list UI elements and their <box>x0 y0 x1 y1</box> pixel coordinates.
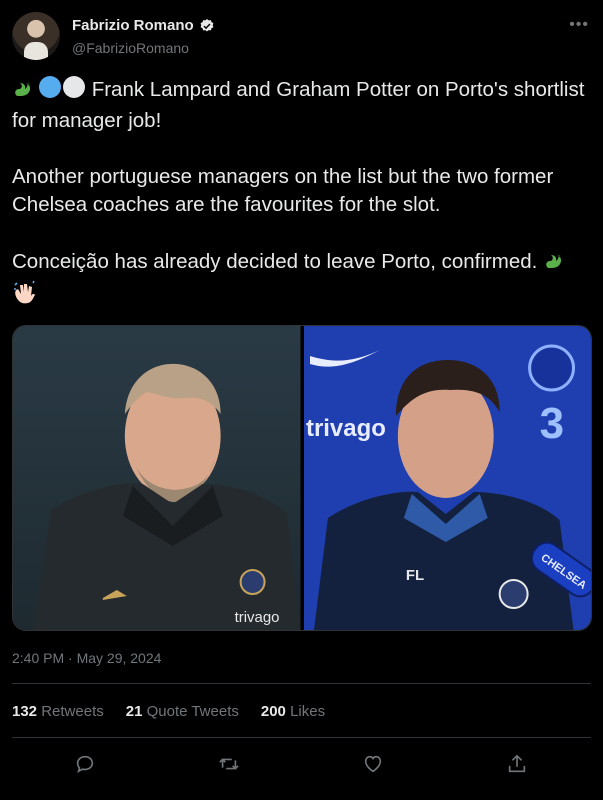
lampard-sponsor-text: trivago <box>305 415 385 442</box>
divider-top <box>12 683 591 684</box>
retweet-icon[interactable] <box>215 750 243 778</box>
reply-icon[interactable] <box>71 750 99 778</box>
white-circle-emoji <box>62 75 86 107</box>
photo-graham-potter[interactable]: trivago <box>13 326 301 630</box>
stat-likes[interactable]: 200 Likes <box>261 703 325 720</box>
lampard-shirt-initials: FL <box>405 567 423 584</box>
tweet-paragraph-1-text: Frank Lampard and Graham Potter on Porto… <box>12 78 585 132</box>
action-bar <box>0 750 603 780</box>
share-icon[interactable] <box>503 750 531 778</box>
like-icon[interactable] <box>359 750 387 778</box>
tweet-timestamp[interactable]: 2:40 PM · May 29, 2024 <box>12 650 161 666</box>
avatar[interactable] <box>12 12 60 60</box>
dragon-emoji <box>12 75 38 107</box>
verified-badge-icon <box>200 18 214 31</box>
divider-bottom <box>12 737 591 738</box>
waving-hand-emoji <box>12 279 38 313</box>
stat-retweets-label: Retweets <box>41 703 104 720</box>
stat-likes-label: Likes <box>290 703 326 720</box>
svg-text:3: 3 <box>539 399 563 448</box>
tweet-paragraph-3-text: Conceição has already decided to leave P… <box>12 250 538 273</box>
handle[interactable]: @FabrizioRomano <box>72 40 189 56</box>
stat-retweets[interactable]: 132 Retweets <box>12 703 104 720</box>
engagement-stats: 132 Retweets 21 Quote Tweets 200 Likes <box>12 703 325 720</box>
potter-illustration: trivago <box>13 326 301 630</box>
lampard-illustration: 3 trivago FL CHELSEA <box>303 326 591 630</box>
tweet-paragraph-2: Another portuguese managers on the list … <box>12 165 554 216</box>
stat-likes-count: 200 <box>260 703 286 720</box>
display-name[interactable]: Fabrizio Romano <box>72 17 194 34</box>
media-grid[interactable]: trivago 3 trivago FL CHELSEA <box>12 325 592 631</box>
stat-retweets-count: 132 <box>12 703 38 720</box>
more-dots-icon[interactable]: ••• <box>569 16 589 34</box>
blue-circle-emoji <box>38 75 62 107</box>
tweet-paragraph-3: Conceição has already decided to leave P… <box>12 247 594 313</box>
name-row: Fabrizio Romano <box>72 17 215 34</box>
stat-quote-tweets-label: Quote Tweets <box>146 703 239 720</box>
tweet-header: Fabrizio Romano @FabrizioRomano ••• <box>12 12 591 62</box>
tweet-paragraph-1: Frank Lampard and Graham Potter on Porto… <box>12 75 594 135</box>
potter-sponsor-text: trivago <box>235 609 280 626</box>
stat-quote-tweets[interactable]: 21 Quote Tweets <box>126 703 239 720</box>
tweet-text: Frank Lampard and Graham Potter on Porto… <box>12 75 594 341</box>
stat-quote-tweets-count: 21 <box>125 703 143 720</box>
dragon-emoji <box>543 247 569 279</box>
photo-frank-lampard[interactable]: 3 trivago FL CHELSEA <box>303 326 591 630</box>
